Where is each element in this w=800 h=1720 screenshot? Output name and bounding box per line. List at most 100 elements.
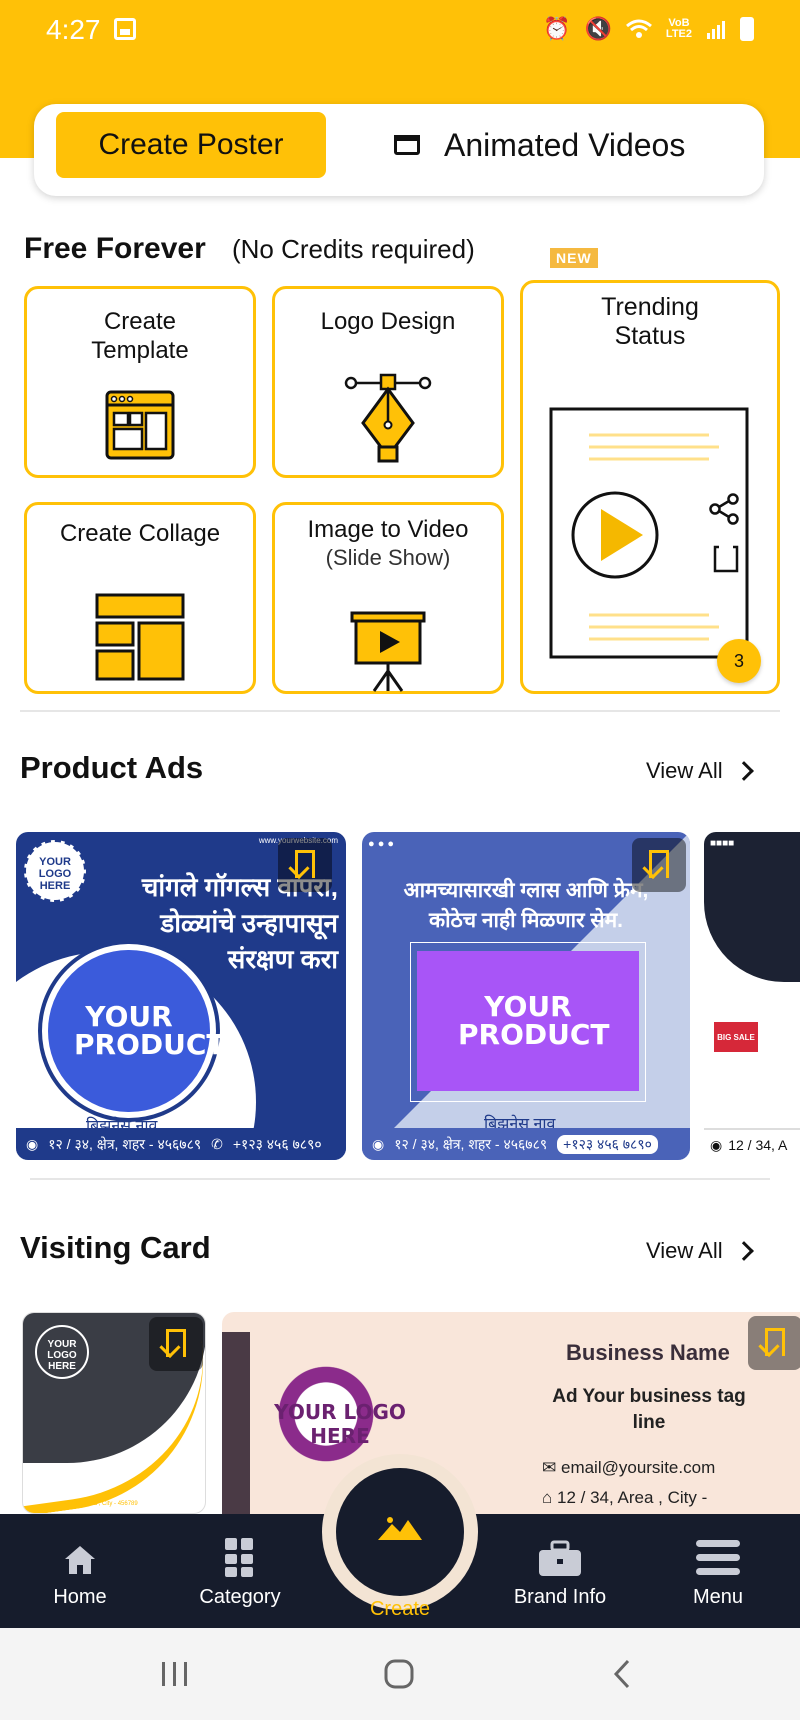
product-image: YOUR PRODUCT bbox=[417, 951, 639, 1091]
create-template-tile[interactable]: Create Template bbox=[24, 286, 256, 478]
bookmark-icon bbox=[765, 1328, 785, 1356]
template-icon bbox=[105, 390, 175, 460]
bookmark-button[interactable] bbox=[748, 1316, 800, 1370]
mode-toggle: Create Poster Animated Videos bbox=[34, 104, 764, 196]
home-system-icon[interactable] bbox=[383, 1658, 415, 1690]
nav-home[interactable]: Home bbox=[10, 1514, 150, 1628]
trending-status-tile[interactable]: Trending Status 3 bbox=[520, 280, 780, 694]
free-forever-subtitle: (No Credits required) bbox=[232, 234, 475, 264]
create-poster-tab[interactable]: Create Poster bbox=[56, 112, 326, 178]
pen-tool-icon bbox=[344, 373, 432, 463]
visiting-card[interactable]: YOUR LOGO HERE 12 / 34, Area , City - 45… bbox=[22, 1312, 206, 1514]
nav-home-label: Home bbox=[53, 1586, 107, 1608]
email-icon: ✉ bbox=[542, 1458, 557, 1477]
product-circle: YOUR PRODUCT bbox=[42, 944, 226, 1118]
product-ad-card[interactable]: ● ● ● आमच्यासारखी ग्लास आणि फ्रेम, कोठेच… bbox=[362, 832, 690, 1160]
back-icon[interactable] bbox=[612, 1658, 632, 1690]
your-logo-badge: YOUR LOGO HERE bbox=[35, 1325, 89, 1379]
signal-icon bbox=[707, 21, 725, 39]
status-icons: ⏰ 🔇 VoB LTE2 bbox=[543, 16, 754, 42]
bookmark-icon bbox=[295, 850, 315, 878]
status-bar: 4:27 ⏰ 🔇 VoB LTE2 bbox=[0, 0, 800, 62]
ad-address: १२ / ३४, क्षेत्र, शहर - ४५६७८९ bbox=[48, 1135, 202, 1152]
hamburger-menu-icon bbox=[696, 1540, 740, 1575]
visiting-card-view-all[interactable]: View All bbox=[646, 1238, 754, 1264]
image-to-video-sublabel: (Slide Show) bbox=[325, 545, 451, 570]
collage-icon bbox=[95, 593, 185, 681]
bookmark-icon bbox=[649, 850, 669, 878]
free-forever-title: Free Forever bbox=[24, 232, 206, 265]
bookmark-button[interactable] bbox=[149, 1317, 203, 1371]
ad-address: १२ / ३४, क्षेत्र, शहर - ४५६७८९ bbox=[394, 1135, 548, 1152]
battery-icon bbox=[740, 17, 754, 41]
image-to-video-tile[interactable]: Image to Video (Slide Show) bbox=[272, 502, 504, 694]
card-business-name: Business Name bbox=[566, 1340, 730, 1365]
gallery-notification-icon bbox=[114, 18, 136, 40]
network-label: VoB LTE2 bbox=[665, 17, 692, 40]
system-navigation-bar bbox=[0, 1628, 800, 1720]
product-ads-title: Product Ads bbox=[20, 750, 204, 785]
create-collage-tile[interactable]: Create Collage bbox=[24, 502, 256, 694]
ad-headline-3: संरक्षण करा bbox=[227, 944, 338, 974]
card-email-row: ✉ email@yoursite.com bbox=[542, 1458, 715, 1478]
chevron-right-icon bbox=[733, 761, 754, 781]
ad-footer: ◉ १२ / ३४, क्षेत्र, शहर - ४५६७८९ +१२३ ४५… bbox=[362, 1128, 690, 1160]
create-button[interactable] bbox=[336, 1468, 464, 1596]
product-ad-card[interactable]: ■■■■ BIG SALE ◉ 12 / 34, A bbox=[704, 832, 800, 1160]
location-icon: ◉ bbox=[26, 1135, 39, 1152]
frame-icon bbox=[713, 545, 739, 573]
nav-menu[interactable]: Menu bbox=[648, 1514, 788, 1628]
social-icons: ■■■■ bbox=[710, 838, 735, 849]
new-badge: NEW bbox=[550, 248, 598, 268]
card-address-row: ⌂ 12 / 34, Area , City - bbox=[542, 1488, 707, 1508]
trending-count-badge: 3 bbox=[717, 639, 761, 683]
bookmark-button[interactable] bbox=[278, 838, 332, 892]
nav-category[interactable]: Category bbox=[170, 1514, 310, 1628]
social-icons: ● ● ● bbox=[368, 838, 395, 850]
create-label: Create bbox=[369, 1598, 431, 1620]
ad-headline-2: कोठेच नाही मिळणार सेम. bbox=[428, 909, 624, 932]
trending-status-label: Trending Status bbox=[601, 293, 699, 350]
visiting-card-title: Visiting Card bbox=[20, 1230, 211, 1265]
video-clapper-icon bbox=[394, 135, 420, 155]
share-icon bbox=[709, 493, 739, 525]
mute-icon: 🔇 bbox=[584, 16, 612, 41]
ad-headline-2: डोळ्यांचे उन्हापासून bbox=[160, 908, 338, 938]
product-ad-card[interactable]: YOUR LOGO HERE www.yourwebsite.com चांगल… bbox=[16, 832, 346, 1160]
card-tagline: Ad Your business tag line bbox=[552, 1386, 746, 1433]
mountain-image-icon bbox=[378, 1517, 422, 1540]
product-placeholder: YOUR PRODUCT bbox=[74, 1000, 226, 1061]
recent-apps-icon[interactable] bbox=[160, 1660, 190, 1688]
view-all-label: View All bbox=[646, 1238, 723, 1263]
wifi-icon bbox=[625, 19, 652, 38]
status-preview-icon bbox=[549, 407, 749, 659]
chevron-right-icon bbox=[733, 1241, 754, 1261]
logo-design-label: Logo Design bbox=[320, 308, 456, 335]
card-email: email@yoursite.com bbox=[560, 1458, 716, 1477]
nav-brand-info-label: Brand Info bbox=[513, 1586, 607, 1608]
ad-footer: ◉ 12 / 34, A bbox=[704, 1128, 800, 1160]
nav-brand-info[interactable]: Brand Info bbox=[490, 1514, 630, 1628]
bookmark-icon bbox=[166, 1329, 186, 1357]
logo-design-tile[interactable]: Logo Design bbox=[272, 286, 504, 478]
card-side-bar bbox=[222, 1332, 250, 1514]
slideshow-icon bbox=[350, 611, 426, 692]
category-grid-icon bbox=[225, 1538, 253, 1577]
home-icon bbox=[65, 1546, 95, 1574]
status-time: 4:27 bbox=[46, 14, 101, 45]
location-icon: ◉ bbox=[372, 1135, 385, 1152]
animated-videos-tab[interactable]: Animated Videos bbox=[394, 112, 685, 178]
product-ads-view-all[interactable]: View All bbox=[646, 758, 754, 784]
visiting-card[interactable]: YOUR LOGO HERE Business Name Ad Your bus… bbox=[222, 1312, 800, 1514]
bookmark-button[interactable] bbox=[632, 838, 686, 892]
big-sale-tag: BIG SALE bbox=[714, 1022, 758, 1052]
card-logo-text: YOUR LOGO HERE bbox=[274, 1400, 406, 1448]
section-divider bbox=[30, 1178, 770, 1180]
product-placeholder: YOUR PRODUCT bbox=[458, 990, 610, 1051]
image-to-video-label: Image to Video bbox=[307, 516, 469, 543]
ad-address: 12 / 34, A bbox=[728, 1137, 788, 1153]
create-template-label: Create Template bbox=[91, 308, 189, 364]
alarm-icon: ⏰ bbox=[543, 16, 571, 41]
your-logo-badge: YOUR LOGO HERE bbox=[24, 840, 86, 902]
ad-phone: +१२३ ४५६ ७८९० bbox=[557, 1134, 658, 1154]
